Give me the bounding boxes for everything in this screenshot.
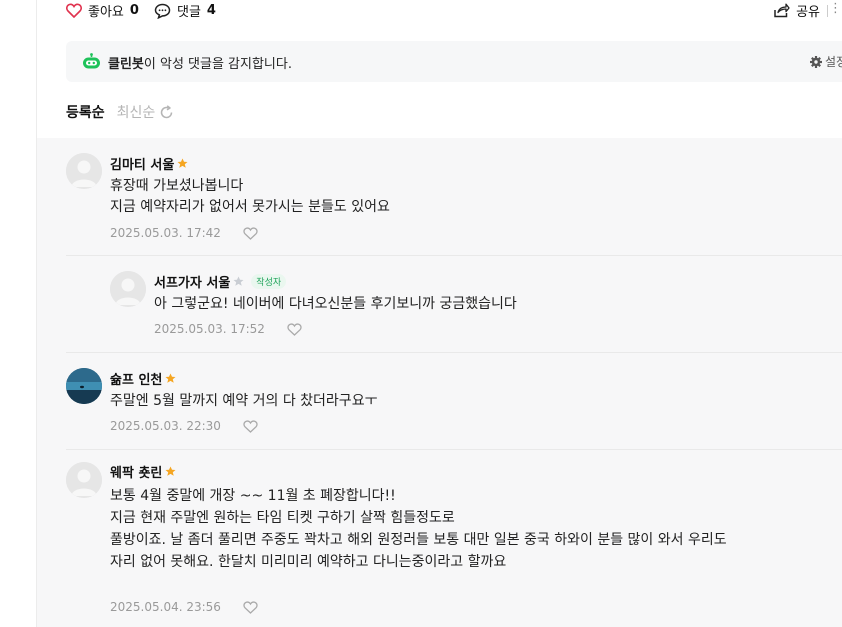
comment-date: 2025.05.03. 22:30 [110,419,221,433]
comment-label: 댓글 [177,5,201,20]
cleanbot-banner: 클린봇이 악성 댓글을 감지합니다. 설정 [66,41,842,82]
share-label: 공유 [796,5,820,20]
heart-outline-icon[interactable] [243,600,258,614]
comment-line: 휴장때 가보셨나봅니다 [110,178,244,194]
comment-item: 김마티 서울 휴장때 가보셨나봅니다 지금 예약자리가 없어서 못가시는 분들도… [37,138,842,255]
avatar[interactable] [66,368,102,404]
cleanbot-settings-button[interactable]: 설정 [810,53,842,70]
comment-list: 김마티 서울 휴장때 가보셨나봅니다 지금 예약자리가 없어서 못가시는 분들도… [37,138,842,627]
comment-date: 2025.05.03. 17:42 [110,226,221,240]
comment-line: 풀방이죠. 날 좀더 풀리면 주중도 꽉차고 해외 원정러들 보통 대만 일본 … [110,532,727,548]
profile-photo-icon [66,368,102,404]
comment-line: 지금 예약자리가 없어서 못가시는 분들도 있어요 [110,199,390,215]
author-name: 웨팍 춋린 [110,466,163,481]
cleanbot-message: 클린봇이 악성 댓글을 감지합니다. [108,53,292,72]
comment-date: 2025.05.03. 17:52 [154,322,265,336]
comment-text: 아 그렇군요! 네이버에 다녀오신분들 후기보니까 궁금했습니다 [154,294,517,315]
settings-label: 설정 [825,55,842,69]
comment-meta: 2025.05.03. 22:30 [110,419,258,433]
comment-text: 휴장때 가보셨나봅니다 지금 예약자리가 없어서 못가시는 분들도 있어요 [110,176,390,218]
comment-text: 주말엔 5월 말까지 예약 거의 다 찼더라구요ㅜ [110,391,377,412]
cleanbot-icon [83,53,100,69]
comment-meta: 2025.05.03. 17:52 [154,322,302,336]
default-avatar-icon [66,462,102,498]
comment-author[interactable]: 서프가자 서울 작성자 [154,272,287,291]
avatar[interactable] [110,271,146,307]
sort-latest[interactable]: 최신순 [117,102,175,122]
heart-outline-icon[interactable] [243,419,258,433]
comment-line: 아 그렇군요! 네이버에 다녀오신분들 후기보니까 궁금했습니다 [154,296,517,312]
cleanbot-name: 클린봇 [108,57,144,72]
comment-date: 2025.05.04. 23:56 [110,600,221,614]
comment-meta: 2025.05.03. 17:42 [110,226,258,240]
author-badge: 작성자 [251,274,287,289]
comment-line: 자리 없어 못해요. 한달치 미리미리 예약하고 다니는중이라고 할까요 [110,554,507,570]
comment-line: 지금 현재 주말엔 원하는 타임 티켓 구하기 살짝 힘들정도로 [110,510,455,526]
comment-line: 주말엔 5월 말까지 예약 거의 다 찼더라구요ㅜ [110,393,378,409]
sort-registered[interactable]: 등록순 [66,102,105,122]
share-icon [774,3,790,18]
comment-line: 보통 4월 중말에 개장 ~~ 11월 초 폐장합니다!! [110,488,396,504]
cleanbot-message-text: 이 악성 댓글을 감지합니다. [143,57,292,72]
star-badge-icon [177,158,188,168]
sort-latest-label: 최신순 [116,105,156,121]
speech-bubble-icon [154,3,171,19]
avatar[interactable] [66,153,102,189]
refresh-icon [161,104,173,118]
toolbar-divider [827,5,828,17]
comment-author[interactable]: 슒프 인천 [110,369,176,388]
reply-item: 서프가자 서울 작성자 아 그렇군요! 네이버에 다녀오신분들 후기보니까 궁금… [37,256,842,352]
heart-outline-icon[interactable] [243,226,258,240]
comment-count: 4 [206,3,216,18]
comment-text: 보통 4월 중말에 개장 ~~ 11월 초 폐장합니다!! 지금 현재 주말엔 … [110,485,727,573]
comment-author[interactable]: 김마티 서울 [110,154,188,173]
comment-meta: 2025.05.04. 23:56 [110,600,258,614]
heart-icon [66,3,82,18]
comment-item: 웨팍 춋린 보통 4월 중말에 개장 ~~ 11월 초 폐장합니다!! 지금 현… [37,450,842,627]
star-badge-icon [233,276,244,286]
like-count: 0 [129,3,139,18]
share-button[interactable]: 공유 [773,1,820,20]
author-name: 김마티 서울 [110,158,175,173]
gear-icon [810,55,822,68]
like-button[interactable]: 좋아요 0 [66,1,139,20]
heart-outline-icon[interactable] [287,322,302,336]
star-badge-icon [165,466,176,476]
sort-tabs: 등록순 최신순 [66,102,174,122]
comment-item: 슒프 인천 주말엔 5월 말까지 예약 거의 다 찼더라구요ㅜ 2025.05.… [37,353,842,449]
star-badge-icon [165,373,176,383]
avatar[interactable] [66,462,102,498]
comment-author[interactable]: 웨팍 춋린 [110,462,176,481]
author-name: 슒프 인천 [110,373,163,388]
author-name: 서프가자 서울 [154,276,231,291]
reaction-bar: 좋아요 0 댓글 4 공유 ⋮ [66,0,842,24]
like-label: 좋아요 [88,5,124,20]
comment-count-button[interactable]: 댓글 4 [154,1,216,20]
default-avatar-icon [66,153,102,189]
default-avatar-icon [110,271,146,307]
more-icon[interactable]: ⋮ [829,1,842,16]
